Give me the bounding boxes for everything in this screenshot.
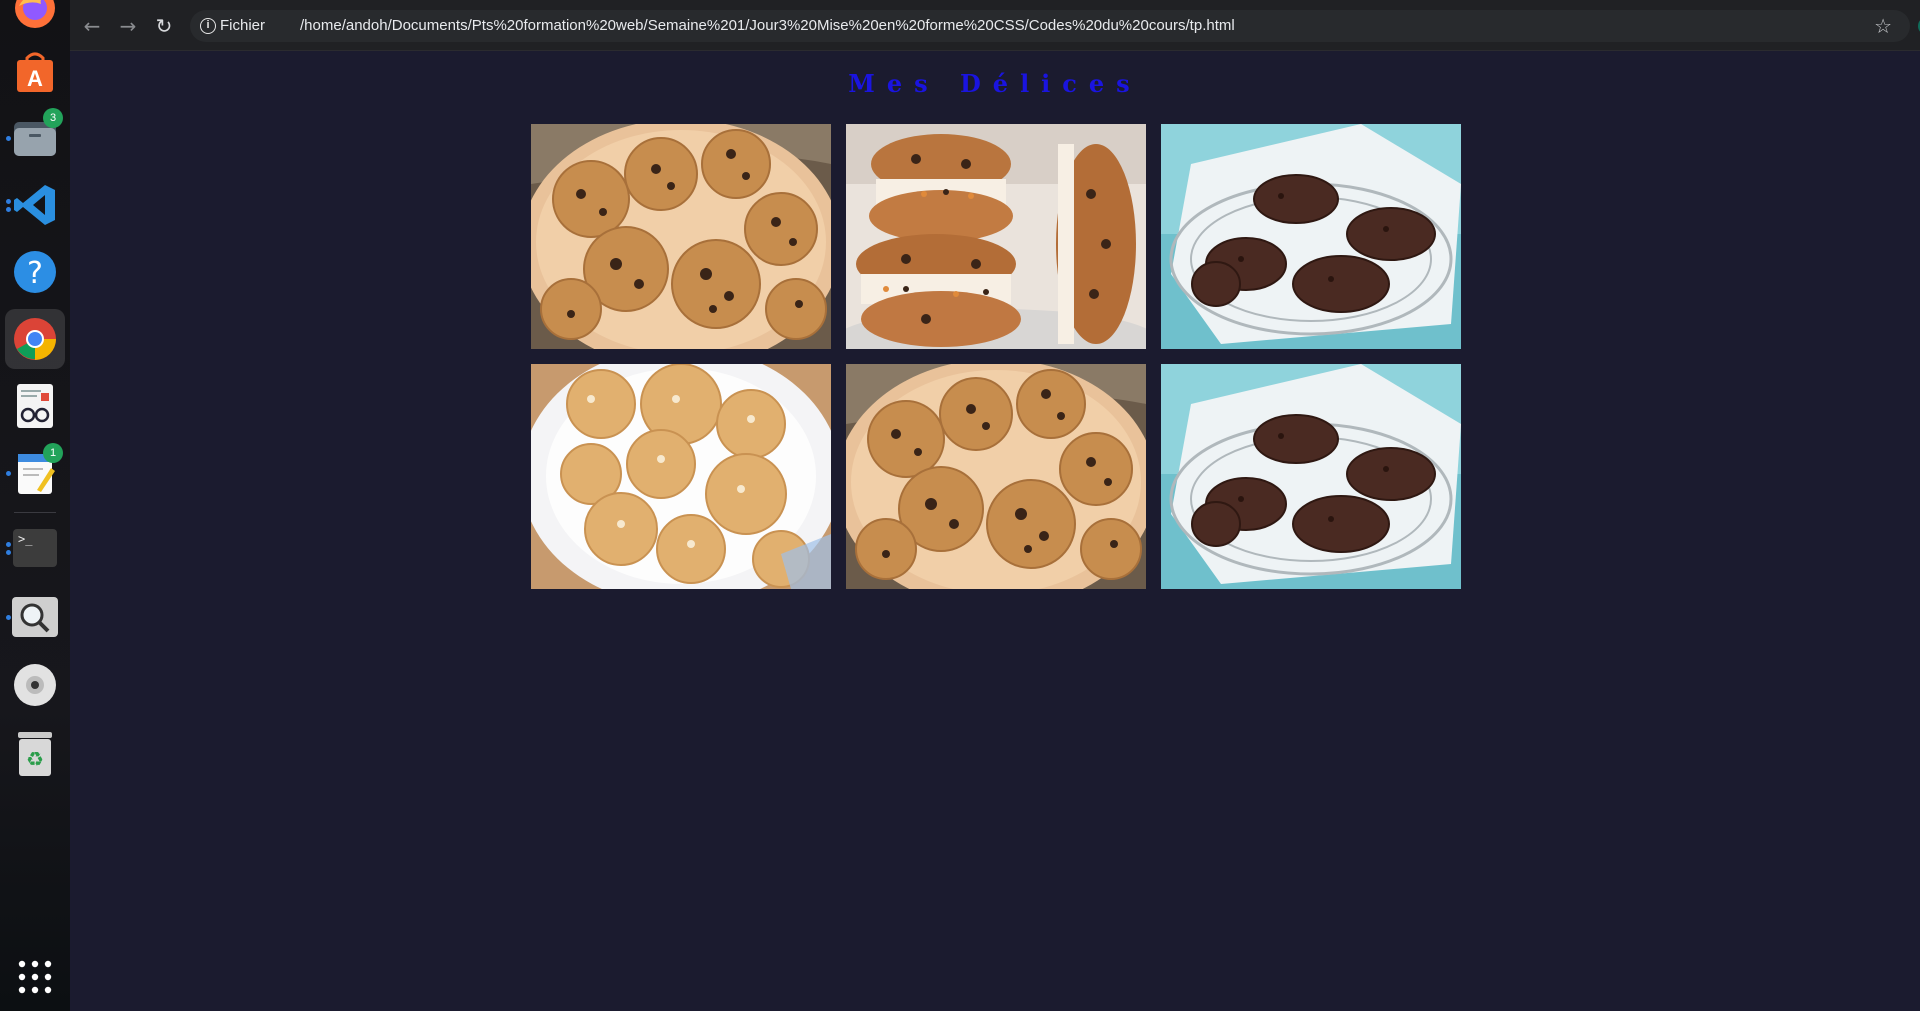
browser-toolbar: ← → ↻ i Fichier /home/andoh/Documents/Pt… — [70, 0, 1920, 51]
app-grid-icon — [12, 954, 58, 1000]
svg-text:>_: >_ — [18, 532, 33, 546]
files-launcher[interactable]: 3 — [5, 108, 65, 168]
help-launcher[interactable]: ? — [5, 242, 65, 302]
terminal-icon: >_ — [12, 525, 58, 571]
terminal-launcher[interactable]: >_ — [5, 518, 65, 578]
disc-launcher[interactable] — [5, 655, 65, 715]
info-icon[interactable]: i — [200, 18, 216, 34]
notification-badge: 1 — [43, 443, 63, 463]
help-icon: ? — [12, 249, 58, 295]
running-indicator — [6, 615, 11, 620]
app-center-launcher[interactable]: A — [5, 42, 65, 102]
cookie-image-double-chocolate-2 — [1161, 364, 1461, 589]
running-indicator — [6, 207, 11, 212]
cookie-image-ice-cream-sandwich — [846, 124, 1146, 349]
running-indicator — [6, 550, 11, 555]
cookie-image-chocolate-chip-2 — [846, 364, 1146, 589]
svg-text:?: ? — [27, 256, 43, 291]
cookie-image-white-chocolate — [531, 364, 831, 589]
dock: A 3 ? 1 >_ ♻ — [0, 0, 70, 1011]
dock-separator — [14, 512, 56, 513]
running-indicator — [6, 136, 11, 141]
firefox-launcher[interactable] — [5, 0, 65, 38]
back-button[interactable]: ← — [78, 12, 106, 40]
page-title: Mes Délices — [848, 69, 1142, 98]
document-viewer-launcher[interactable] — [5, 376, 65, 436]
running-indicator — [6, 471, 11, 476]
page-content: Mes Délices — [70, 52, 1920, 1011]
magnifier-icon — [12, 594, 58, 640]
chrome-launcher[interactable] — [5, 309, 65, 369]
notification-badge: 3 — [43, 108, 63, 128]
cookie-image-double-chocolate-1 — [1161, 124, 1461, 349]
running-indicator — [6, 199, 11, 204]
disc-icon — [12, 662, 58, 708]
url-text[interactable]: /home/andoh/Documents/Pts%20formation%20… — [300, 17, 1235, 34]
trash-icon: ♻ — [12, 731, 58, 777]
forward-button[interactable]: → — [114, 12, 142, 40]
document-viewer-icon — [12, 383, 58, 429]
trash-launcher[interactable]: ♻ — [5, 724, 65, 784]
cookie-image-chocolate-chip-1 — [531, 124, 831, 349]
vscode-icon — [12, 182, 58, 228]
bookmark-star-icon[interactable]: ☆ — [1874, 14, 1892, 38]
reload-button[interactable]: ↻ — [150, 12, 178, 40]
address-bar[interactable]: i Fichier /home/andoh/Documents/Pts%20fo… — [190, 10, 1910, 42]
chrome-icon — [12, 316, 58, 362]
running-indicator — [6, 542, 11, 547]
arrow-right-icon: → — [119, 14, 137, 38]
vscode-launcher[interactable] — [5, 175, 65, 235]
text-editor-launcher[interactable]: 1 — [5, 443, 65, 503]
scheme-label[interactable]: Fichier — [220, 17, 265, 34]
reload-icon: ↻ — [155, 14, 173, 38]
svg-text:♻: ♻ — [26, 747, 44, 771]
image-viewer-launcher[interactable] — [5, 587, 65, 647]
svg-text:A: A — [27, 66, 43, 91]
firefox-icon — [12, 0, 58, 31]
shopping-bag-icon: A — [12, 49, 58, 95]
arrow-left-icon: ← — [83, 14, 101, 38]
show-apps-button[interactable] — [5, 947, 65, 1007]
